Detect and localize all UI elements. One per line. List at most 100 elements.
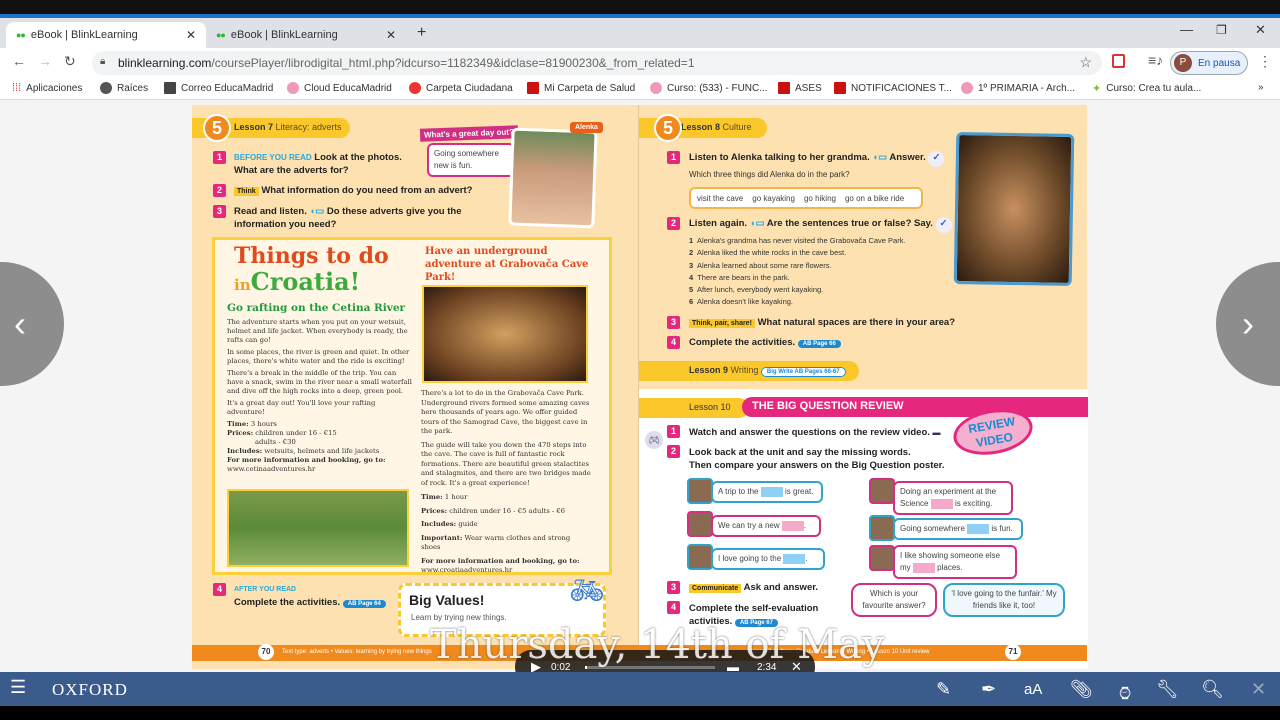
- media-control-icon[interactable]: ≡♪: [1148, 52, 1163, 68]
- tab-ebook-1[interactable]: ●● eBook | BlinkLearning ✕: [6, 22, 206, 48]
- marker-icon[interactable]: ✒: [981, 679, 996, 700]
- audio-icon[interactable]: ◖▭: [750, 218, 765, 229]
- tab-label: eBook | BlinkLearning: [230, 29, 338, 41]
- cave-title: Have an underground adventure at Grabova…: [425, 246, 589, 283]
- question-3: Think, pair, share! What natural spaces …: [689, 316, 955, 330]
- close-icon[interactable]: ✕: [1251, 679, 1266, 700]
- big-write-link[interactable]: Big Write AB Pages 66-67: [760, 367, 846, 377]
- unicycle-illustration: 🚲︎: [569, 575, 605, 606]
- cave-photo: [422, 285, 588, 383]
- url-host: blinklearning.com: [118, 56, 212, 70]
- child-photo: [687, 478, 713, 504]
- url-text: www.croatiaadventures.hr: [421, 566, 513, 574]
- maximize-button[interactable]: ❐: [1216, 23, 1227, 37]
- extension-icon[interactable]: [1112, 54, 1125, 68]
- note-clip-icon[interactable]: 📎︎: [1070, 679, 1093, 700]
- url-path: /coursePlayer/librodigital_html.php?idcu…: [211, 56, 695, 70]
- sentence-text: is fun.: [991, 524, 1013, 533]
- close-window-button[interactable]: ✕: [1255, 22, 1266, 38]
- check-icon[interactable]: ✓: [928, 151, 945, 167]
- ab-page-link[interactable]: AB Page 66: [797, 340, 841, 348]
- bookmark-label: Mi Carpeta de Salud: [544, 82, 636, 94]
- text-size-icon[interactable]: aA: [1024, 681, 1042, 698]
- bookmark-raices[interactable]: Raíces: [100, 82, 148, 94]
- wrench-icon[interactable]: 🔧︎: [1156, 679, 1179, 700]
- sentence-card: I like showing someone else my places.: [893, 545, 1017, 579]
- sentence-text: .: [805, 554, 808, 563]
- menu-list-icon[interactable]: ☰: [10, 677, 26, 698]
- sentence-card: Doing an experiment at the Science is ex…: [893, 481, 1013, 515]
- paragraph: The adventure starts when you put on you…: [227, 318, 408, 344]
- question-text: Complete the activities.: [234, 597, 341, 608]
- question-text: What natural spaces are there in your ar…: [757, 317, 956, 328]
- bookmark-apps[interactable]: ⁞⁞⁞ Aplicaciones: [12, 82, 82, 94]
- statement: 3 Alenka learned about some rare flowers…: [689, 260, 832, 270]
- statement-text: Alenka learned about some rare flowers.: [696, 260, 832, 270]
- after-you-read-tag: AFTER YOU READ: [234, 586, 297, 593]
- label: Important:: [421, 533, 463, 542]
- bookmark-crea[interactable]: ✦ Curso: Crea tu aula...: [1092, 82, 1201, 95]
- bookmark-salud[interactable]: Mi Carpeta de Salud: [527, 82, 635, 94]
- footer-left-text: Text type: adverts • Values: learning by…: [282, 649, 432, 655]
- check-icon[interactable]: ✓: [935, 217, 952, 233]
- value: guide: [458, 520, 478, 528]
- star-icon[interactable]: ☆: [1079, 54, 1092, 71]
- back-icon[interactable]: ←: [12, 53, 26, 69]
- ab-page-link[interactable]: AB Page 64: [342, 600, 386, 608]
- label: Includes:: [421, 520, 457, 528]
- profile-button[interactable]: P En pausa: [1170, 51, 1248, 75]
- minimize-button[interactable]: —: [1180, 22, 1193, 37]
- pencil-icon[interactable]: ✎: [936, 679, 951, 700]
- bookmark-correo[interactable]: Correo EducaMadrid: [164, 82, 273, 94]
- bookmark-notificaciones[interactable]: NOTIFICACIONES T...: [834, 82, 952, 94]
- tab-ebook-2[interactable]: ●● eBook | BlinkLearning ✕: [206, 22, 406, 48]
- forward-icon[interactable]: →: [38, 53, 52, 69]
- bookmark-label: Carpeta Ciudadana: [426, 82, 513, 94]
- bookmark-ases[interactable]: ASES: [778, 82, 822, 94]
- sentence-text: A trip to the: [718, 487, 759, 496]
- close-tab-icon[interactable]: ✕: [386, 28, 396, 42]
- speech-bubble: 'I love going to the funfair.' My friend…: [943, 583, 1065, 617]
- unit-badge: 5: [654, 114, 682, 142]
- close-tab-icon[interactable]: ✕: [186, 28, 196, 42]
- blank: [781, 520, 804, 531]
- chevron-right-icon: ›: [1242, 303, 1254, 344]
- blank: [760, 486, 783, 497]
- question-text: Then compare your answers on the Big Que…: [689, 460, 945, 471]
- url-input[interactable]: 🔒︎ blinklearning.com/coursePlayer/librodi…: [92, 51, 1102, 75]
- menu-icon[interactable]: ⋮: [1258, 53, 1272, 70]
- search-icon[interactable]: 🔍︎: [1201, 679, 1224, 700]
- question-text: Watch and answer the questions on the re…: [689, 427, 930, 438]
- mail-icon: [164, 82, 176, 94]
- statement-text: After lunch, everybody went kayaking.: [696, 285, 824, 295]
- question-2: Listen again. ◖▭ Are the sentences true …: [689, 217, 952, 233]
- audio-icon[interactable]: ◖▭: [310, 206, 325, 217]
- new-tab-button[interactable]: +: [417, 24, 426, 42]
- timer-icon[interactable]: ⌚︎: [1116, 679, 1134, 706]
- paragraph: There's a lot to do in the Grabovača Cav…: [421, 389, 590, 435]
- chevron-left-icon: ‹: [14, 303, 26, 344]
- book-page-left: Lesson 7 Literacy: adverts 5 1 BEFORE YO…: [192, 105, 638, 669]
- bookmark-carpeta[interactable]: Carpeta Ciudadana: [409, 82, 513, 94]
- bookmark-cloud[interactable]: Cloud EducaMadrid: [287, 82, 392, 94]
- tab-bar: ●● eBook | BlinkLearning ✕ ●● eBook | Blink…: [0, 18, 1280, 48]
- avatar: P: [1174, 54, 1192, 72]
- audio-icon[interactable]: ◖▭: [872, 152, 887, 163]
- more-bookmarks[interactable]: »: [1258, 82, 1264, 93]
- question-4: Complete the activities. AB Page 64: [234, 596, 386, 611]
- lesson-topic: Writing: [730, 365, 759, 375]
- question-number: 4: [667, 336, 680, 349]
- sentence-card: A trip to the is great.: [711, 481, 823, 503]
- url-text: www.cetinaadventures.hr: [227, 465, 316, 473]
- bookmark-primaria[interactable]: 1º PRIMARIA - Arch...: [961, 82, 1075, 94]
- label: For more information and booking, go to:: [227, 456, 386, 464]
- lesson-number: Lesson 7: [234, 122, 274, 132]
- question-number: 1: [213, 151, 226, 164]
- reload-icon[interactable]: ↻: [64, 53, 76, 70]
- bookmark-curso[interactable]: Curso: (533) - FUNC...: [650, 82, 768, 94]
- book-page-right: Lesson 8 Culture 5 1 Listen to Alenka ta…: [638, 105, 1088, 669]
- question-number: 2: [213, 184, 226, 197]
- video-icon[interactable]: ▬: [933, 428, 941, 437]
- gamepad-icon[interactable]: 🎮︎: [645, 431, 663, 449]
- sentence-text: Going somewhere: [900, 524, 965, 533]
